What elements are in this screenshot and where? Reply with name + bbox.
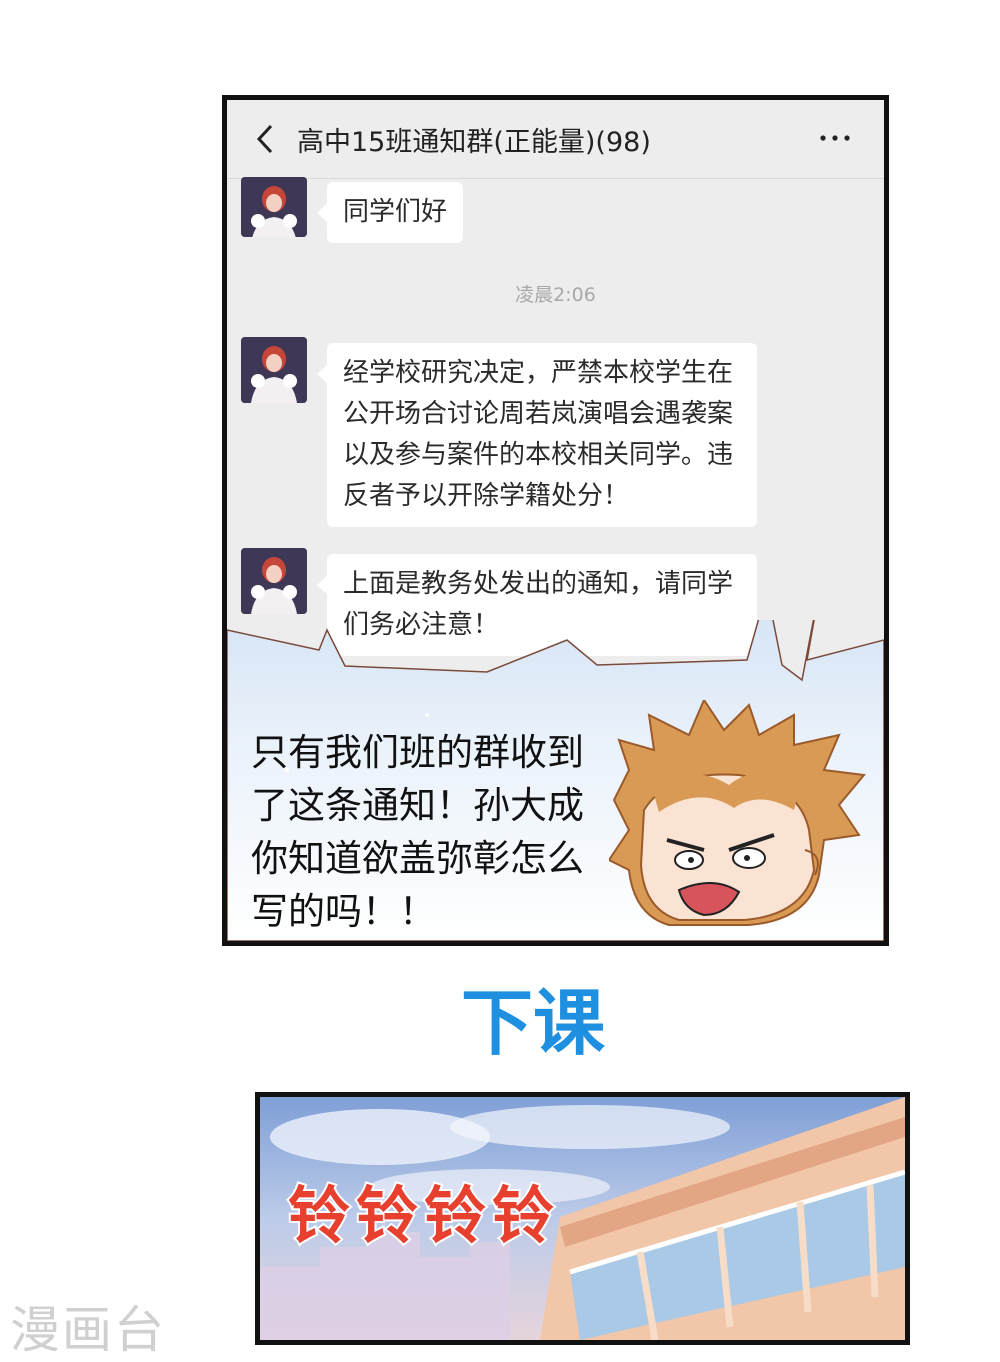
avatar[interactable] bbox=[241, 548, 307, 614]
angry-boy-illustration bbox=[609, 700, 866, 926]
chevron-left-icon[interactable] bbox=[251, 122, 281, 156]
scene-title: 下课 bbox=[456, 976, 611, 1070]
chat-header: 高中15班通知群(正能量)(98) bbox=[227, 100, 884, 179]
avatar[interactable] bbox=[241, 177, 307, 237]
message-bubble: 同学们好 bbox=[316, 182, 464, 243]
campus-panel: 铃铃铃铃 bbox=[255, 1092, 910, 1345]
message-bubble: 经学校研究决定，严禁本校学生在公开场合讨论周若岚演唱会遇袭案以及参与案件的本校相… bbox=[317, 343, 757, 527]
more-horizontal-icon[interactable] bbox=[817, 128, 853, 148]
chat-panel: 高中15班通知群(正能量)(98) 同学们好 凌晨2:06 经学校研究决定，严禁… bbox=[222, 95, 889, 946]
svg-text:下课: 下课 bbox=[461, 981, 606, 1065]
avatar[interactable] bbox=[241, 337, 307, 403]
watermark: 漫画台 bbox=[10, 1301, 166, 1359]
chat-title: 高中15班通知群(正能量)(98) bbox=[297, 127, 651, 158]
timestamp: 凌晨2:06 bbox=[515, 284, 596, 306]
sound-effect: 铃铃铃铃 bbox=[286, 1177, 561, 1254]
caption-text: 只有我们班的群收到了这条通知！孙大成你知道欲盖弥彰怎么写的吗！！ bbox=[251, 731, 584, 933]
